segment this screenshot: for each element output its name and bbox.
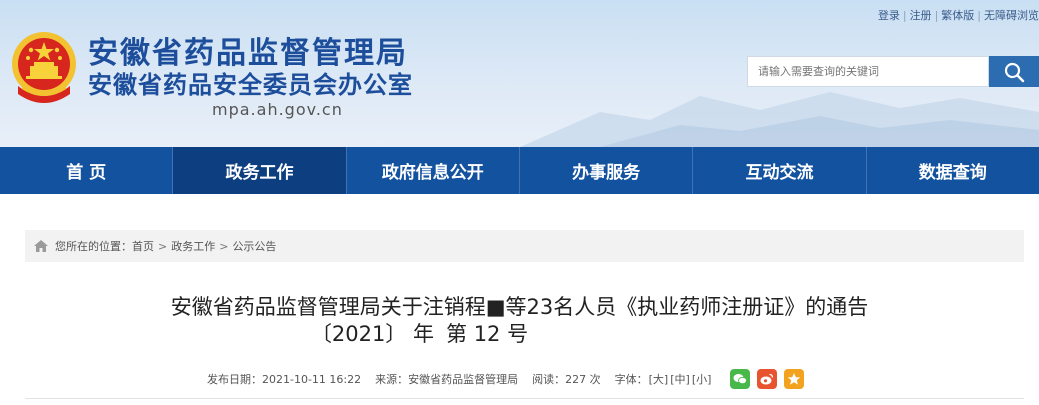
publish-date: 2021-10-11 16:22 [262, 372, 362, 386]
article-number: 〔2021〕 年第 12 号 [0, 318, 1039, 348]
nav-information-disclosure[interactable]: 政府信息公开 [347, 147, 520, 194]
nav-data-query[interactable]: 数据查询 [867, 147, 1039, 194]
view-count: 227 次 [565, 373, 601, 386]
search-input[interactable] [747, 56, 989, 87]
article-title: 安徽省药品监督管理局关于注销程■等23名人员《执业药师注册证》的通告 [170, 295, 869, 319]
breadcrumb-government-affairs[interactable]: 政务工作 [171, 238, 215, 254]
login-link[interactable]: 登录 [878, 9, 900, 22]
register-link[interactable]: 注册 [910, 9, 932, 22]
weibo-icon [760, 373, 774, 385]
weibo-share-button[interactable] [757, 369, 778, 389]
font-large-button[interactable]: [大] [649, 371, 669, 387]
views-label: 阅读： [532, 373, 566, 386]
date-label: 发布日期： [207, 373, 262, 386]
font-medium-button[interactable]: [中] [670, 371, 690, 387]
breadcrumb-separator: > [219, 239, 229, 253]
search-icon [1004, 62, 1025, 82]
site-domain: mpa.ah.gov.cn [212, 100, 343, 119]
article-meta: 发布日期： 2021-10-11 16:22 来源： 安徽省药品监督管理局 阅读… [207, 369, 805, 389]
site-header: 登录 | 注册 | 繁体版 | 无障碍浏览 安徽省药品监督管理局 安徽省药品安全委员会办公室… [0, 0, 1039, 147]
breadcrumb-separator: > [158, 239, 168, 253]
site-subtitle: 安徽省药品安全委员会办公室 [88, 71, 413, 99]
breadcrumb-home[interactable]: 首页 [132, 238, 154, 254]
top-links: 登录 | 注册 | 繁体版 | 无障碍浏览 [877, 9, 1039, 22]
wechat-icon [733, 374, 748, 385]
nav-services[interactable]: 办事服务 [520, 147, 694, 194]
source: 安徽省药品监督管理局 [408, 373, 519, 386]
wechat-share-button[interactable] [730, 369, 751, 389]
accessibility-link[interactable]: 无障碍浏览 [984, 9, 1039, 22]
breadcrumb-prefix: 您所在的位置： [55, 240, 132, 253]
nav-home[interactable]: 首 页 [0, 147, 174, 194]
main-nav: 首 页 政务工作 政府信息公开 办事服务 互动交流 数据查询 [0, 147, 1039, 194]
breadcrumb-announcements[interactable]: 公示公告 [232, 238, 276, 254]
font-small-button[interactable]: [小] [692, 371, 712, 387]
article-number-seq: 第 12 号 [446, 322, 529, 346]
divider [25, 398, 1024, 399]
article-number-year: 〔2021〕 年 [310, 322, 435, 346]
home-icon [34, 240, 48, 252]
font-size-label: 字体： [614, 373, 648, 386]
national-emblem-icon [12, 32, 76, 103]
favorite-button[interactable] [784, 369, 805, 389]
search-button[interactable] [989, 56, 1039, 87]
source-label: 来源： [375, 373, 409, 386]
nav-government-affairs[interactable]: 政务工作 [173, 147, 347, 194]
traditional-chinese-link[interactable]: 繁体版 [941, 9, 974, 22]
breadcrumb: 您所在的位置： 首页 > 政务工作 > 公示公告 [25, 230, 1024, 262]
star-icon [788, 373, 801, 385]
nav-interaction[interactable]: 互动交流 [693, 147, 867, 194]
